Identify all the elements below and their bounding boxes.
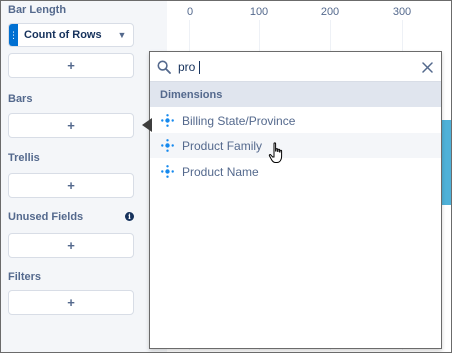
field-panel: Bar Length ⋮ Count of Rows ▼ + Bars + Tr…	[1, 1, 144, 352]
axis-tick-label: 300	[392, 6, 412, 18]
field-picker-dropdown: Dimensions Billing State/Province Produc…	[149, 51, 442, 349]
text-cursor	[199, 61, 200, 74]
search-row	[150, 52, 441, 82]
option-product-family[interactable]: Product Family	[150, 133, 441, 158]
trellis-add-button[interactable]: +	[8, 173, 134, 198]
close-icon[interactable]	[422, 62, 433, 73]
axis-tick-label: 200	[320, 6, 340, 18]
bars-add-button[interactable]: +	[8, 113, 134, 138]
pill-label: Count of Rows	[24, 29, 102, 41]
bar-length-add-button[interactable]: +	[8, 53, 134, 78]
option-billing-state-province[interactable]: Billing State/Province	[150, 108, 441, 133]
hand-pointer-icon	[268, 142, 283, 163]
trellis-label: Trellis	[8, 152, 40, 164]
axis-tick-label: 100	[249, 6, 269, 18]
option-product-name[interactable]: Product Name	[150, 159, 441, 184]
filters-add-button[interactable]: +	[8, 290, 134, 315]
drag-handle-icon[interactable]: ⋮	[9, 24, 18, 46]
unused-fields-label: Unused Fields	[8, 211, 84, 223]
dimension-icon	[161, 114, 174, 127]
chevron-down-icon[interactable]: ▼	[115, 30, 129, 40]
dropdown-pointer	[142, 118, 152, 132]
option-label: Billing State/Province	[182, 113, 296, 128]
bar-length-label: Bar Length	[8, 4, 67, 16]
dimension-icon	[161, 139, 174, 152]
option-label: Product Name	[182, 164, 259, 179]
dimensions-group-header: Dimensions	[150, 82, 441, 107]
info-icon[interactable]: i	[125, 212, 134, 221]
search-icon	[157, 60, 171, 74]
bars-label: Bars	[8, 93, 33, 105]
filters-label: Filters	[8, 271, 42, 283]
unused-fields-add-button[interactable]: +	[8, 233, 134, 258]
option-label: Product Family	[182, 138, 263, 153]
search-input[interactable]	[178, 57, 413, 77]
dimension-icon	[161, 165, 174, 178]
axis-tick-label: 0	[186, 6, 194, 18]
count-of-rows-pill[interactable]: ⋮ Count of Rows ▼	[8, 23, 134, 47]
